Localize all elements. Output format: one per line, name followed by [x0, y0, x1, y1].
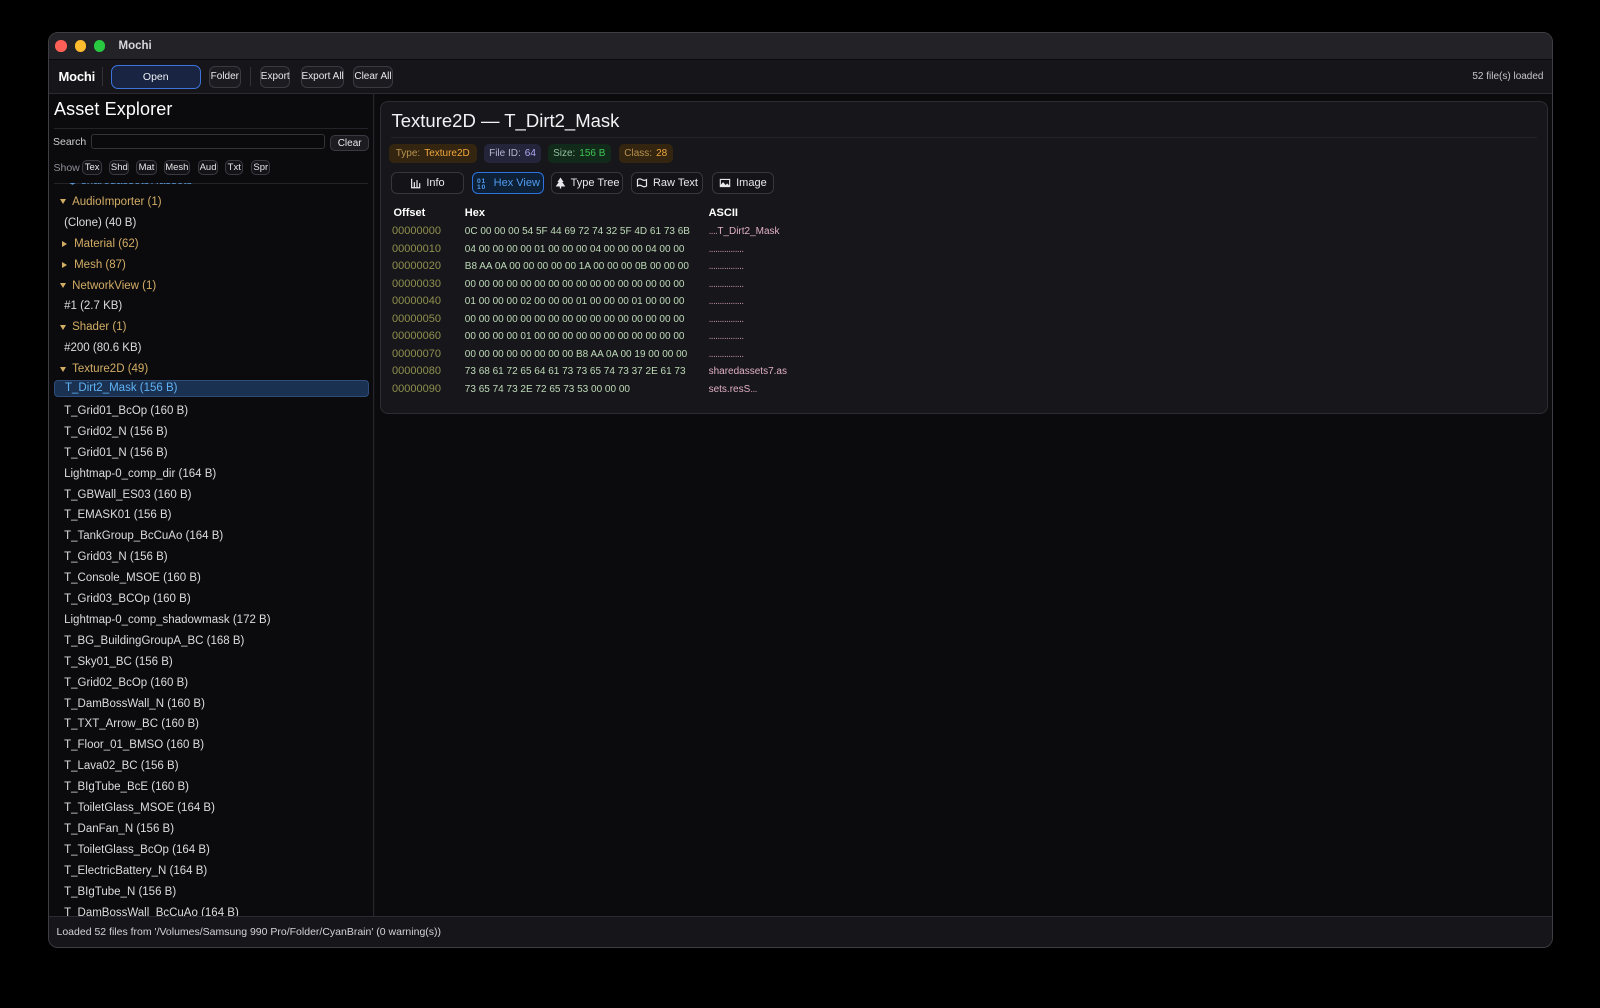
svg-text:0: 0: [481, 184, 485, 189]
svg-text:1: 1: [477, 184, 481, 189]
